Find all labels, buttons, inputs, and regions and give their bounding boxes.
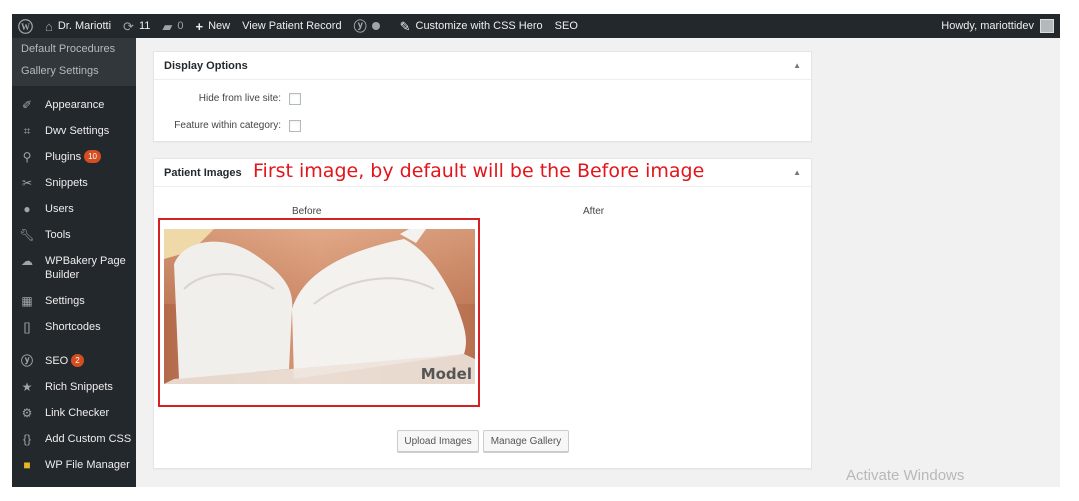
upload-images-button[interactable]: Upload Images (397, 430, 479, 452)
scissors-icon: ✂ (21, 176, 33, 190)
display-options-header[interactable]: Display Options ▲ (154, 52, 811, 80)
menu-label: SEO (45, 355, 69, 367)
menu-wp-file-manager[interactable]: ■ WP File Manager (12, 452, 136, 478)
star-icon: ★ (21, 380, 33, 394)
admin-bar: W ⌂ Dr. Mariotti ⟳ 11 ▰ 0 + New View Pat… (12, 14, 1060, 38)
user-icon: ● (23, 202, 31, 216)
before-column-label: Before (292, 206, 322, 217)
cloud-icon: ☁ (21, 254, 33, 268)
yoast-icon: ⓨ (20, 354, 33, 368)
site-name-link[interactable]: ⌂ Dr. Mariotti (39, 14, 117, 38)
pencil-icon: ✎ (399, 18, 411, 34)
activate-windows-watermark: Activate Windows (846, 467, 965, 484)
new-label: New (208, 20, 231, 32)
feature-within-category-row: Feature within category: (154, 112, 811, 139)
paintbrush-icon: ✐ (21, 98, 33, 112)
site-name-label: Dr. Mariotti (57, 20, 112, 32)
menu-label: Users (45, 203, 74, 215)
hide-from-live-site-label: Hide from live site: (198, 93, 281, 104)
account-menu[interactable]: Howdy, mariottidev (935, 14, 1060, 38)
menu-users[interactable]: ● Users (12, 196, 136, 222)
submenu-default-procedures[interactable]: Default Procedures (12, 38, 136, 60)
customize-label: Customize with CSS Hero (415, 20, 543, 32)
settings-icon: ▦ (21, 294, 33, 308)
refresh-icon: ⟳ (123, 18, 134, 34)
menu-label: Rich Snippets (45, 381, 113, 393)
wordpress-logo-button[interactable]: W (12, 14, 39, 38)
menu-label: Snippets (45, 177, 88, 189)
avatar (1040, 19, 1054, 33)
seo-status-dot-icon (371, 22, 380, 30)
admin-screen: W ⌂ Dr. Mariotti ⟳ 11 ▰ 0 + New View Pat… (12, 14, 1060, 487)
view-record-label: View Patient Record (242, 20, 342, 32)
menu-label: WPBakery Page Builder (45, 255, 126, 281)
manage-gallery-button[interactable]: Manage Gallery (483, 430, 569, 452)
patient-images-title: Patient Images (164, 166, 242, 179)
seo-notification-badge: 2 (71, 354, 84, 367)
comment-icon: ▰ (162, 18, 173, 34)
menu-tools[interactable]: 🔧︎ Tools (12, 222, 136, 248)
new-content-link[interactable]: + New (190, 14, 237, 38)
svg-text:W: W (21, 21, 30, 31)
menu-settings[interactable]: ▦ Settings (12, 288, 136, 314)
menu-appearance[interactable]: ✐ Appearance (12, 92, 136, 118)
plugin-icon: ⚲ (22, 150, 32, 164)
menu-wpbakery[interactable]: ☁ WPBakery Page Builder (12, 248, 136, 288)
after-column-label: After (583, 206, 605, 217)
image-watermark: Model (420, 365, 472, 383)
folder-icon: ■ (23, 458, 31, 472)
menu-label: Tools (45, 229, 71, 241)
menu-plugins[interactable]: ⚲ Plugins 10 (12, 144, 136, 170)
display-options-box: Display Options ▲ Hide from live site: F… (153, 51, 812, 142)
menu-dwv-settings[interactable]: ⌗ Dwv Settings (12, 118, 136, 144)
menu-label: Dwv Settings (45, 125, 110, 137)
howdy-label: Howdy, mariottidev (941, 20, 1034, 32)
menu-seo[interactable]: ⓨ SEO 2 (12, 348, 136, 374)
customize-css-hero-link[interactable]: ✎ Customize with CSS Hero (394, 14, 549, 38)
yoast-icon: ⓨ (353, 18, 367, 34)
updates-count: 11 (138, 20, 151, 32)
comments-count: 0 (177, 20, 184, 32)
menu-label: Plugins (45, 151, 82, 163)
menu-shortcodes[interactable]: [] Shortcodes (12, 314, 136, 340)
crop-icon: ⌗ (23, 124, 31, 138)
braces-icon: {} (22, 432, 31, 446)
submenu-gallery-settings[interactable]: Gallery Settings (12, 60, 136, 86)
before-photo (164, 229, 475, 384)
menu-label: Settings (45, 295, 85, 307)
display-options-title: Display Options (164, 59, 248, 72)
hide-from-live-site-checkbox[interactable] (289, 92, 301, 105)
view-patient-record-link[interactable]: View Patient Record (236, 14, 347, 38)
collapse-arrow-icon[interactable]: ▲ (793, 61, 801, 70)
menu-label: Appearance (45, 99, 105, 111)
admin-sidebar: Default Procedures Gallery Settings ✐ App… (12, 38, 136, 487)
updates-link[interactable]: ⟳ 11 (117, 14, 156, 38)
plugins-update-badge: 10 (84, 150, 101, 163)
feature-within-category-label: Feature within category: (174, 120, 281, 131)
menu-snippets[interactable]: ✂ Snippets (12, 170, 136, 196)
seo-link[interactable]: SEO (549, 14, 584, 38)
seo-label: SEO (554, 20, 578, 32)
yoast-seo-link[interactable]: ⓨ (348, 14, 386, 38)
collapse-arrow-icon[interactable]: ▲ (793, 168, 801, 177)
menu-label: Add Custom CSS (45, 433, 132, 445)
gear-icon: ⚙ (21, 406, 33, 420)
comments-link[interactable]: ▰ 0 (156, 14, 189, 38)
menu-link-checker[interactable]: ⚙ Link Checker (12, 400, 136, 426)
wrench-icon: 🔧︎ (19, 228, 35, 242)
menu-rich-snippets[interactable]: ★ Rich Snippets (12, 374, 136, 400)
wordpress-icon: W (18, 18, 33, 34)
before-image-annotation: First image, by default will be the Befo… (253, 160, 705, 182)
menu-label: Link Checker (45, 407, 110, 419)
home-icon: ⌂ (45, 18, 53, 34)
before-image-thumbnail[interactable]: Model (164, 229, 475, 384)
plus-icon: + (195, 18, 204, 34)
hide-from-live-site-row: Hide from live site: (154, 85, 811, 112)
feature-within-category-checkbox[interactable] (289, 119, 301, 132)
brackets-icon: [] (23, 320, 31, 334)
menu-label: Shortcodes (45, 321, 101, 333)
menu-add-custom-css[interactable]: {} Add Custom CSS (12, 426, 136, 452)
menu-label: WP File Manager (45, 459, 130, 471)
